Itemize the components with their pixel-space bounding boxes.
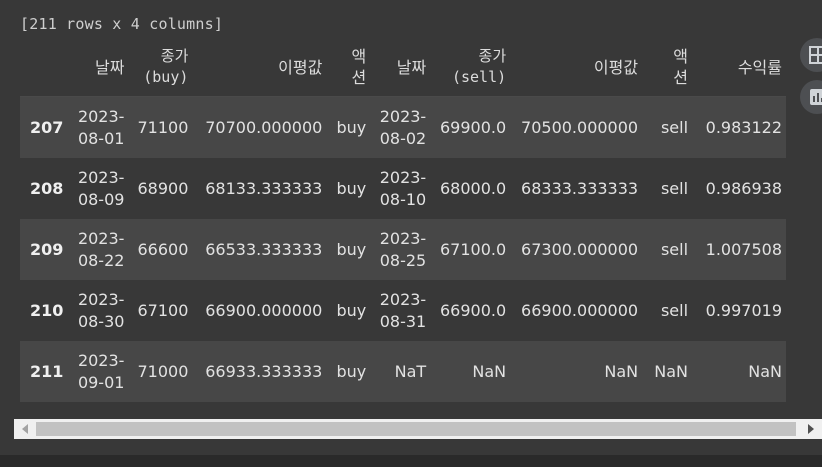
row-index: 208 [30, 178, 64, 198]
table-cell: 71000 [137, 361, 189, 381]
table-cell: 2023- 08-10 [379, 167, 427, 209]
table-cell: NaN [654, 361, 689, 381]
table-cell: 68900 [137, 178, 189, 198]
table-cell: buy [336, 117, 367, 137]
table-row: 208 2023- 08-09 68900 68133.333333 buy 2023- … [20, 158, 786, 219]
table-cell: 70500.000000 [521, 117, 639, 137]
table-cell: NaN [604, 361, 639, 381]
column-header: 종가 (sell) [430, 38, 511, 97]
column-header: 액 션 [326, 38, 371, 97]
table-cell: 67300.000000 [521, 239, 639, 259]
table-cell: sell [660, 178, 689, 198]
chart-icon [810, 89, 822, 105]
table-body: 207 2023- 08-01 71100 70700.000000 buy 2023- … [20, 96, 786, 402]
row-index: 211 [30, 361, 64, 381]
table-cell: buy [336, 239, 367, 259]
dataframe-table-container: 날짜 종가 (buy) 이평값 액 션 날짜 종가 (sell) 이평값 액 션 수익률 207… [20, 38, 786, 402]
table-row: 211 2023- 09-01 71000 66933.333333 buy NaT NaN… [20, 341, 786, 402]
table-cell: buy [336, 300, 367, 320]
dataframe-table: 날짜 종가 (buy) 이평값 액 션 날짜 종가 (sell) 이평값 액 션 수익률 207… [20, 38, 786, 402]
scroll-left-arrow-icon[interactable] [22, 424, 28, 434]
table-cell: 68000.0 [439, 178, 507, 198]
scroll-right-arrow-icon[interactable] [808, 424, 814, 434]
table-cell: 2023- 09-01 [77, 350, 125, 392]
column-header: 수익률 [692, 38, 786, 97]
dataframe-shape-text: [211 rows x 4 columns] [20, 15, 224, 33]
bottom-divider [0, 455, 822, 467]
table-cell: 0.986938 [705, 178, 782, 198]
table-cell: NaT [394, 361, 427, 381]
table-cell: 67100 [137, 300, 189, 320]
table-row: 207 2023- 08-01 71100 70700.000000 buy 2023- … [20, 96, 786, 158]
table-cell: buy [336, 361, 367, 381]
table-cell: 66600 [137, 239, 189, 259]
column-header: 이평값 [192, 38, 327, 97]
column-header: 날짜 [370, 38, 431, 97]
table-cell: 68133.333333 [205, 178, 323, 198]
header-row: 날짜 종가 (buy) 이평값 액 션 날짜 종가 (sell) 이평값 액 션 수익률 [20, 38, 786, 97]
row-index: 210 [30, 300, 64, 320]
table-cell: 1.007508 [705, 239, 782, 259]
table-cell: 0.983122 [705, 117, 782, 137]
column-header: 종가 (buy) [128, 38, 193, 97]
table-cell: 2023- 08-25 [379, 228, 427, 270]
scrollbar-thumb[interactable] [36, 422, 796, 436]
row-index: 209 [30, 239, 64, 259]
table-cell: 2023- 08-22 [77, 228, 125, 270]
table-cell: 2023- 08-30 [77, 289, 125, 331]
row-index: 207 [30, 117, 64, 137]
table-cell: 2023- 08-31 [379, 289, 427, 331]
table-cell: NaN [472, 361, 507, 381]
column-header: 날짜 [73, 38, 129, 97]
horizontal-scrollbar[interactable] [14, 419, 822, 439]
table-cell: 69900.0 [439, 117, 507, 137]
column-header: 액 션 [642, 38, 693, 97]
table-cell: 67100.0 [439, 239, 507, 259]
table-icon [809, 46, 822, 64]
table-cell: 70700.000000 [205, 117, 323, 137]
table-cell: 68333.333333 [521, 178, 639, 198]
table-cell: sell [660, 239, 689, 259]
table-cell: sell [660, 117, 689, 137]
table-cell: 2023- 08-02 [379, 106, 427, 148]
table-cell: 71100 [137, 117, 189, 137]
output-cell: [211 rows x 4 columns] 날짜 종가 (buy) 이평값 액 션날… [0, 0, 822, 467]
table-cell: 2023- 08-09 [77, 167, 125, 209]
table-cell: 66533.333333 [205, 239, 323, 259]
table-cell: 66933.333333 [205, 361, 323, 381]
table-cell: 66900.000000 [205, 300, 323, 320]
table-cell: 66900.000000 [521, 300, 639, 320]
table-header: 날짜 종가 (buy) 이평값 액 션 날짜 종가 (sell) 이평값 액 션 수익률 [20, 38, 786, 97]
table-cell: sell [660, 300, 689, 320]
table-cell: 0.997019 [705, 300, 782, 320]
index-header [20, 38, 74, 97]
table-view-button[interactable] [800, 38, 822, 72]
table-row: 209 2023- 08-22 66600 66533.333333 buy 2023- … [20, 219, 786, 280]
output-side-toolbar [800, 38, 822, 122]
chart-view-button[interactable] [800, 80, 822, 114]
table-cell: NaN [748, 361, 782, 381]
table-cell: 2023- 08-01 [77, 106, 125, 148]
table-row: 210 2023- 08-30 67100 66900.000000 buy 2023- … [20, 280, 786, 341]
column-header: 이평값 [510, 38, 643, 97]
table-cell: buy [336, 178, 367, 198]
table-cell: 66900.0 [439, 300, 507, 320]
